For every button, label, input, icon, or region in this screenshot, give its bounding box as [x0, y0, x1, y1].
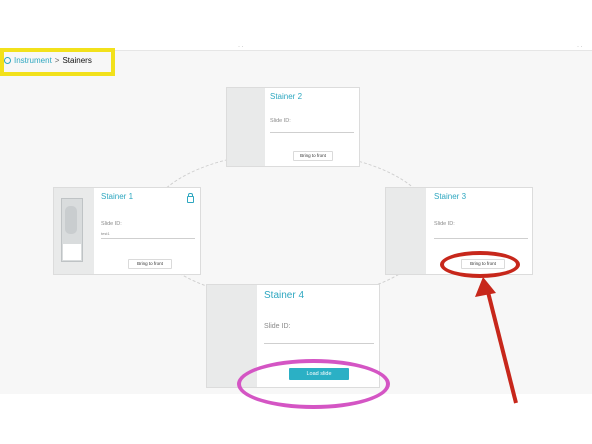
- arrow-head: [475, 277, 496, 297]
- arrow-shaft: [486, 291, 518, 404]
- red-arrow-annotation: [475, 277, 518, 404]
